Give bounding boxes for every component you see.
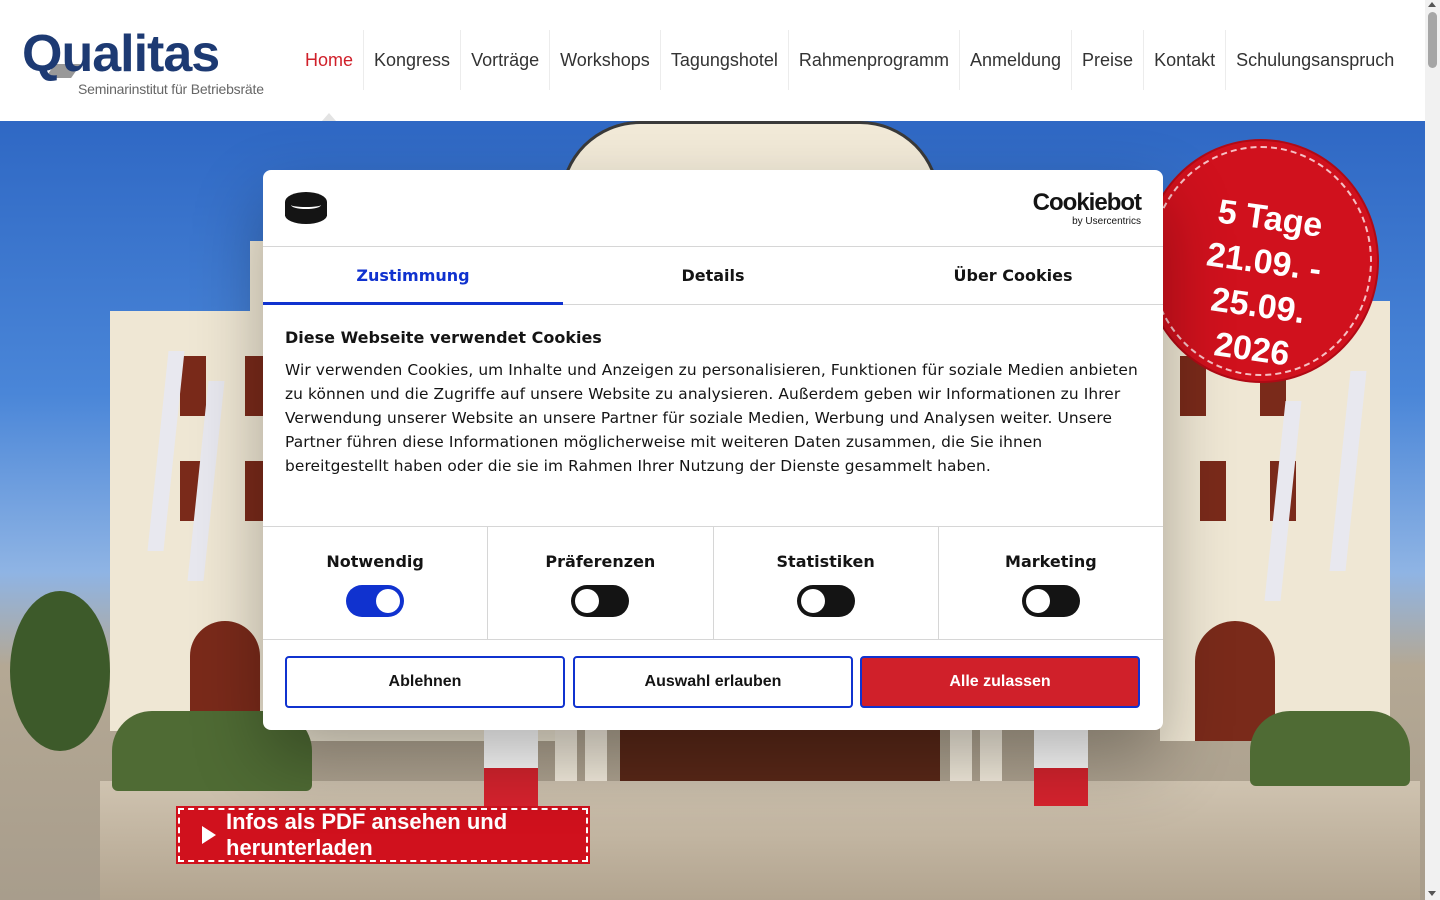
pref-praeferenzen: Präferenzen <box>488 527 714 639</box>
logo-brand: Qualitas <box>22 25 220 83</box>
date-badge-text: 5 Tage 21.09. - 25.09. 2026 <box>1141 182 1381 387</box>
toggle-notwendig[interactable] <box>346 585 405 617</box>
pref-statistiken: Statistiken <box>714 527 939 639</box>
toggle-praeferenzen[interactable] <box>571 585 630 617</box>
nav-item-kontakt[interactable]: Kontakt <box>1144 30 1227 90</box>
nav-active-caret-icon <box>322 113 336 121</box>
nav-item-kongress[interactable]: Kongress <box>364 30 462 90</box>
hero-window <box>1180 356 1206 416</box>
nav-item-vortraege[interactable]: Vorträge <box>461 30 551 90</box>
scroll-thumb[interactable] <box>1428 12 1437 68</box>
cookiebot-brand[interactable]: Cookiebot by Usercentrics <box>1032 189 1142 228</box>
allow-all-button[interactable]: Alle zulassen <box>860 656 1140 708</box>
date-badge: 5 Tage 21.09. - 25.09. 2026 <box>1150 146 1372 376</box>
nav-item-tagungshotel[interactable]: Tagungshotel <box>661 30 789 90</box>
allow-selection-button[interactable]: Auswahl erlauben <box>573 656 853 708</box>
pref-marketing: Marketing <box>939 527 1163 639</box>
pref-label: Notwendig <box>326 552 424 571</box>
pref-notwendig: Notwendig <box>263 527 489 639</box>
hero-tree <box>10 591 110 751</box>
cookiebot-brand-name: Cookiebot <box>1032 189 1142 216</box>
cookiebot-logo-icon <box>285 192 327 224</box>
nav-item-home[interactable]: Home <box>295 30 365 90</box>
cookie-dialog-header: Cookiebot by Usercentrics <box>263 170 1163 247</box>
main-nav: Home Kongress Vorträge Workshops Tagungs… <box>295 30 1404 90</box>
nav-item-rahmenprogramm[interactable]: Rahmenprogramm <box>789 30 960 90</box>
cookiebot-brand-sub: by Usercentrics <box>1072 216 1141 227</box>
pref-label: Marketing <box>1005 552 1097 571</box>
scroll-down-arrow-icon[interactable] <box>1428 891 1436 896</box>
pref-label: Statistiken <box>776 552 875 571</box>
toggle-statistiken[interactable] <box>796 585 855 617</box>
play-icon <box>202 826 216 844</box>
cookie-consent-dialog: Cookiebot by Usercentrics Zustimmung Det… <box>263 170 1163 730</box>
nav-item-anmeldung[interactable]: Anmeldung <box>960 30 1073 90</box>
cookie-dialog-tabs: Zustimmung Details Über Cookies <box>263 247 1163 305</box>
tab-ueber-cookies[interactable]: Über Cookies <box>863 247 1163 304</box>
cookie-dialog-title: Diese Webseite verwendet Cookies <box>285 328 602 347</box>
qualitas-logo[interactable]: Qualitas Seminarinstitut für Betriebsrät… <box>22 25 264 102</box>
logo-tagline: Seminarinstitut für Betriebsräte <box>78 81 264 97</box>
nav-item-workshops[interactable]: Workshops <box>550 30 661 90</box>
tab-details[interactable]: Details <box>563 247 863 304</box>
pref-label: Präferenzen <box>545 552 656 571</box>
scroll-up-arrow-icon[interactable] <box>1428 2 1436 7</box>
hero-window <box>180 356 206 416</box>
nav-item-schulungsanspruch[interactable]: Schulungsanspruch <box>1226 30 1404 90</box>
hero-window <box>1200 461 1226 521</box>
decline-button[interactable]: Ablehnen <box>285 656 565 708</box>
pdf-download-button[interactable]: Infos als PDF ansehen und herunterladen <box>176 806 590 864</box>
pdf-download-label: Infos als PDF ansehen und herunterladen <box>226 809 508 860</box>
cookie-preferences: Notwendig Präferenzen Statistiken Market… <box>263 526 1163 640</box>
site-header: Qualitas Seminarinstitut für Betriebsrät… <box>0 0 1425 121</box>
tab-zustimmung[interactable]: Zustimmung <box>263 247 563 305</box>
cookie-dialog-text: Wir verwenden Cookies, um Inhalte und An… <box>285 361 1138 475</box>
nav-item-preise[interactable]: Preise <box>1072 30 1145 90</box>
toggle-marketing[interactable] <box>1021 585 1080 617</box>
hero-hedge <box>1250 711 1410 786</box>
page-scrollbar[interactable] <box>1425 0 1440 900</box>
